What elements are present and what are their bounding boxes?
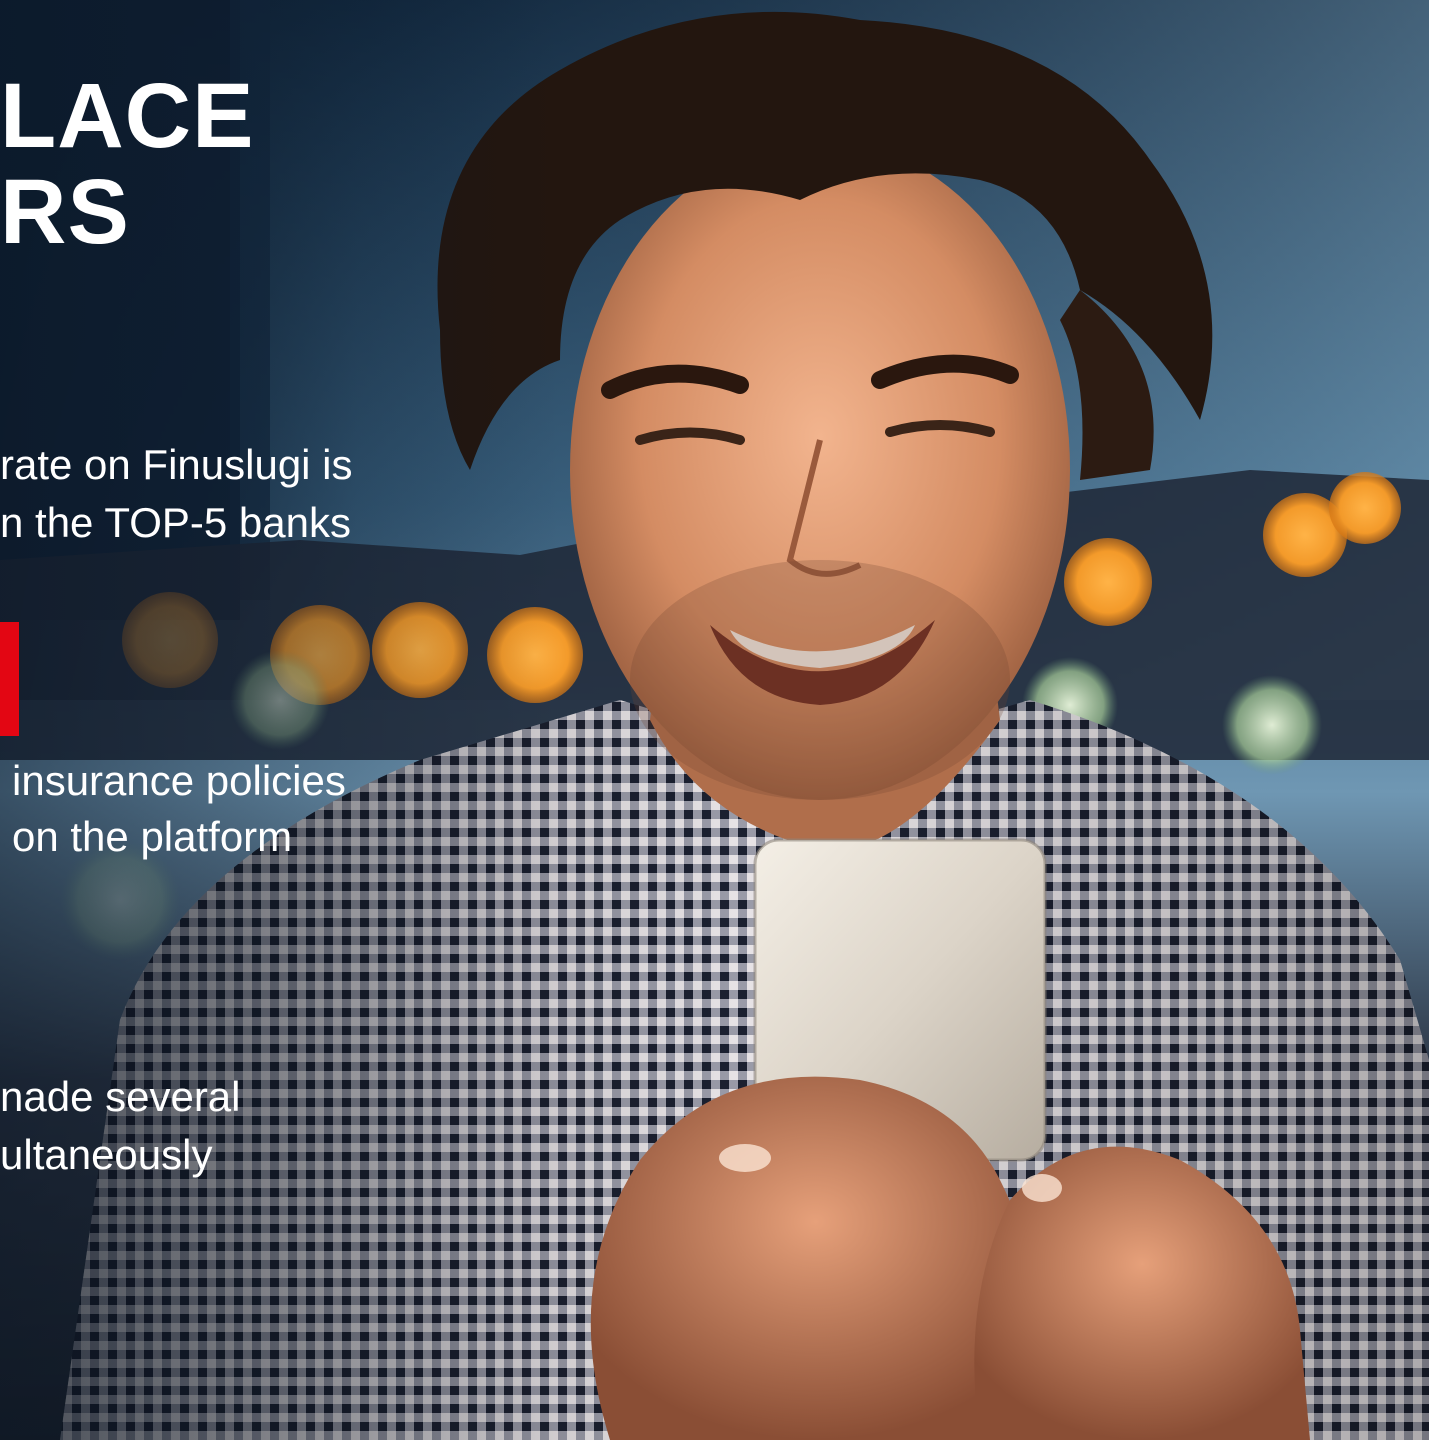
slide: LACE RS rate on Finuslugi is n the TOP-5… xyxy=(0,0,1429,1440)
background-photo xyxy=(0,0,1429,1440)
